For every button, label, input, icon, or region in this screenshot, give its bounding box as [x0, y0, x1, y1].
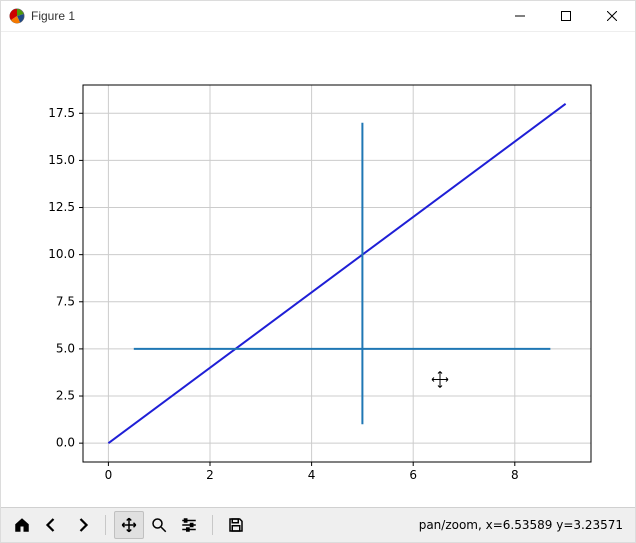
- maximize-button[interactable]: [543, 1, 589, 31]
- svg-text:2.5: 2.5: [56, 389, 75, 403]
- app-window: Figure 1 0 2 4 6 8 0.0 2.5 5.0 7.5 10.0 12.5 15.0 17…: [0, 0, 636, 543]
- svg-text:10.0: 10.0: [48, 247, 75, 261]
- svg-text:0.0: 0.0: [56, 436, 75, 450]
- svg-text:7.5: 7.5: [56, 294, 75, 308]
- ytick-label: 7.5: [56, 294, 75, 308]
- svg-text:17.5: 17.5: [48, 106, 75, 120]
- ytick-label: 17.5: [48, 106, 75, 120]
- titlebar: Figure 1: [1, 1, 635, 32]
- zoom-button[interactable]: [144, 511, 174, 539]
- svg-text:4: 4: [308, 468, 316, 482]
- xtick-label: 6: [409, 468, 417, 482]
- home-button[interactable]: [7, 511, 37, 539]
- plot-svg: 0 2 4 6 8 0.0 2.5 5.0 7.5 10.0 12.5 15.0 17.5: [1, 32, 635, 509]
- toolbar-separator: [105, 515, 106, 535]
- ytick-label: 5.0: [56, 341, 75, 355]
- close-button[interactable]: [589, 1, 635, 31]
- xtick-label: 4: [308, 468, 316, 482]
- window-title: Figure 1: [31, 9, 75, 23]
- xtick-label: 2: [206, 468, 214, 482]
- xtick-label: 8: [511, 468, 519, 482]
- ytick-label: 12.5: [48, 200, 75, 214]
- ytick-label: 0.0: [56, 436, 75, 450]
- back-button[interactable]: [37, 511, 67, 539]
- pan-button[interactable]: [114, 511, 144, 539]
- svg-text:0: 0: [105, 468, 113, 482]
- nav-toolbar: pan/zoom, x=6.53589 y=3.23571: [1, 507, 635, 542]
- status-coords: pan/zoom, x=6.53589 y=3.23571: [419, 518, 629, 532]
- svg-text:12.5: 12.5: [48, 200, 75, 214]
- figure-canvas[interactable]: 0 2 4 6 8 0.0 2.5 5.0 7.5 10.0 12.5 15.0 17.5: [1, 32, 635, 507]
- save-button[interactable]: [221, 511, 251, 539]
- svg-text:6: 6: [409, 468, 417, 482]
- configure-subplots-button[interactable]: [174, 511, 204, 539]
- minimize-button[interactable]: [497, 1, 543, 31]
- xtick-label: 0: [105, 468, 113, 482]
- ytick-label: 2.5: [56, 389, 75, 403]
- ytick-label: 15.0: [48, 153, 75, 167]
- toolbar-separator: [212, 515, 213, 535]
- ytick-label: 10.0: [48, 247, 75, 261]
- series-line-main: [108, 104, 565, 443]
- forward-button[interactable]: [67, 511, 97, 539]
- svg-text:15.0: 15.0: [48, 153, 75, 167]
- matplotlib-icon: [9, 8, 25, 24]
- svg-text:2: 2: [206, 468, 214, 482]
- svg-text:5.0: 5.0: [56, 341, 75, 355]
- svg-text:8: 8: [511, 468, 519, 482]
